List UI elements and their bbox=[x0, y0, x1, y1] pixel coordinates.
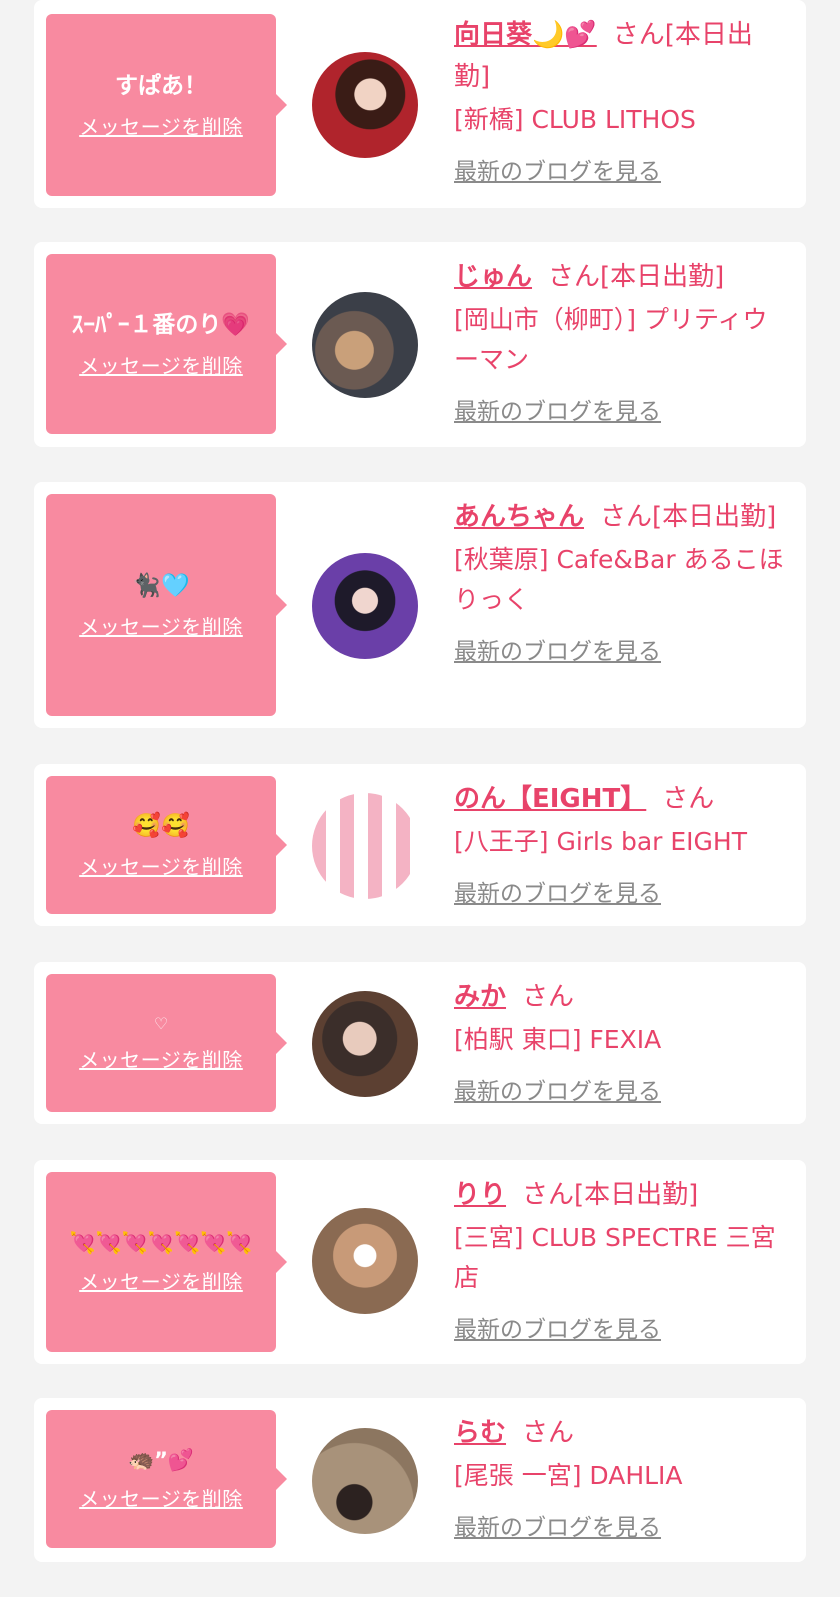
profile-info: のん【EIGHT】 さん [八王子] Girls bar EIGHT 最新のブログ… bbox=[454, 778, 784, 908]
avatar[interactable] bbox=[312, 793, 418, 899]
message-card: 🐈‍⬛🩵 メッセージを削除 あんちゃん さん[本日出勤] [秋葉原] Cafe&B… bbox=[34, 482, 806, 728]
avatar[interactable] bbox=[312, 1428, 418, 1534]
delete-message-link[interactable]: メッセージを削除 bbox=[79, 111, 243, 140]
delete-message-link[interactable]: メッセージを削除 bbox=[79, 611, 243, 640]
shop-name: [秋葉原] Cafe&Bar あるこほりっく bbox=[454, 545, 784, 614]
message-text: すぱあ！ bbox=[115, 73, 207, 100]
attendance-status: [本日出勤] bbox=[600, 262, 725, 292]
honorific: さん bbox=[548, 262, 601, 292]
shop-name: [八王子] Girls bar EIGHT bbox=[454, 827, 747, 856]
profile-info: じゅん さん[本日出勤] [岡山市（柳町）] プリティウーマン 最新のブログを見る bbox=[454, 256, 784, 426]
message-bubble: ♡ メッセージを削除 bbox=[46, 974, 287, 1112]
profile-name-link[interactable]: あんちゃん bbox=[454, 502, 584, 532]
latest-blog-link[interactable]: 最新のブログを見る bbox=[454, 874, 661, 908]
message-bubble: 🦔”💕 メッセージを削除 bbox=[46, 1410, 287, 1548]
delete-message-link[interactable]: メッセージを削除 bbox=[79, 851, 243, 880]
delete-message-link[interactable]: メッセージを削除 bbox=[79, 1483, 243, 1512]
message-card: 🥰🥰 メッセージを削除 のん【EIGHT】 さん [八王子] Girls bar … bbox=[34, 764, 806, 926]
latest-blog-link[interactable]: 最新のブログを見る bbox=[454, 392, 661, 426]
honorific: さん bbox=[522, 1180, 575, 1210]
shop-name: [三宮] CLUB SPECTRE 三宮店 bbox=[454, 1223, 776, 1292]
delete-message-link[interactable]: メッセージを削除 bbox=[79, 1044, 243, 1073]
message-bubble: すぱあ！ メッセージを削除 bbox=[46, 14, 287, 196]
avatar[interactable] bbox=[312, 292, 418, 398]
message-text: 🦔”💕 bbox=[127, 1447, 195, 1472]
latest-blog-link[interactable]: 最新のブログを見る bbox=[454, 152, 661, 186]
latest-blog-link[interactable]: 最新のブログを見る bbox=[454, 1072, 661, 1106]
profile-info: みか さん [柏駅 東口] FEXIA 最新のブログを見る bbox=[454, 976, 784, 1106]
message-card: ｽｰﾊﾟｰ１番のり💗 メッセージを削除 じゅん さん[本日出勤] [岡山市（柳町）… bbox=[34, 242, 806, 447]
profile-name-link[interactable]: 向日葵🌙💕 bbox=[454, 20, 597, 50]
latest-blog-link[interactable]: 最新のブログを見る bbox=[454, 632, 661, 666]
message-text: ♡ bbox=[153, 1014, 169, 1034]
message-card: 💘💘💘💘💘💘💘 メッセージを削除 りり さん[本日出勤] [三宮] CLUB SP… bbox=[34, 1160, 806, 1364]
attendance-status: [本日出勤] bbox=[652, 502, 777, 532]
message-card: ♡ メッセージを削除 みか さん [柏駅 東口] FEXIA 最新のブログを見る bbox=[34, 962, 806, 1124]
attendance-status: [本日出勤] bbox=[574, 1180, 699, 1210]
message-bubble: 🐈‍⬛🩵 メッセージを削除 bbox=[46, 494, 287, 716]
message-card: 🦔”💕 メッセージを削除 らむ さん [尾張 一宮] DAHLIA 最新のブログを… bbox=[34, 1398, 806, 1562]
shop-name: [尾張 一宮] DAHLIA bbox=[454, 1461, 683, 1490]
profile-info: あんちゃん さん[本日出勤] [秋葉原] Cafe&Bar あるこほりっく 最新の… bbox=[454, 496, 784, 666]
honorific: さん bbox=[522, 982, 575, 1012]
shop-name: [岡山市（柳町）] プリティウーマン bbox=[454, 305, 768, 374]
profile-name-link[interactable]: りり bbox=[454, 1180, 506, 1210]
profile-name-link[interactable]: のん【EIGHT】 bbox=[454, 784, 646, 814]
message-text: 🐈‍⬛🩵 bbox=[132, 573, 190, 600]
honorific: さん bbox=[662, 784, 715, 814]
latest-blog-link[interactable]: 最新のブログを見る bbox=[454, 1508, 661, 1542]
profile-info: らむ さん [尾張 一宮] DAHLIA 最新のブログを見る bbox=[454, 1412, 784, 1542]
profile-name-link[interactable]: じゅん bbox=[454, 262, 532, 292]
avatar[interactable] bbox=[312, 991, 418, 1097]
honorific: さん bbox=[612, 20, 665, 50]
shop-name: [柏駅 東口] FEXIA bbox=[454, 1025, 662, 1054]
message-text: 🥰🥰 bbox=[132, 813, 190, 840]
delete-message-link[interactable]: メッセージを削除 bbox=[79, 1266, 243, 1295]
profile-name-link[interactable]: らむ bbox=[454, 1418, 506, 1448]
message-bubble: 🥰🥰 メッセージを削除 bbox=[46, 776, 287, 914]
profile-name-link[interactable]: みか bbox=[454, 982, 506, 1012]
latest-blog-link[interactable]: 最新のブログを見る bbox=[454, 1310, 661, 1344]
avatar[interactable] bbox=[312, 553, 418, 659]
profile-info: りり さん[本日出勤] [三宮] CLUB SPECTRE 三宮店 最新のブログを… bbox=[454, 1174, 784, 1344]
message-text: 💘💘💘💘💘💘💘 bbox=[69, 1230, 253, 1255]
shop-name: [新橋] CLUB LITHOS bbox=[454, 105, 696, 134]
message-bubble: 💘💘💘💘💘💘💘 メッセージを削除 bbox=[46, 1172, 287, 1352]
message-text: ｽｰﾊﾟｰ１番のり💗 bbox=[71, 312, 251, 339]
avatar[interactable] bbox=[312, 52, 418, 158]
honorific: さん bbox=[600, 502, 653, 532]
avatar[interactable] bbox=[312, 1208, 418, 1314]
delete-message-link[interactable]: メッセージを削除 bbox=[79, 350, 243, 379]
message-bubble: ｽｰﾊﾟｰ１番のり💗 メッセージを削除 bbox=[46, 254, 287, 434]
message-card: すぱあ！ メッセージを削除 向日葵🌙💕 さん[本日出勤] [新橋] CLUB LI… bbox=[34, 0, 806, 208]
honorific: さん bbox=[522, 1418, 575, 1448]
profile-info: 向日葵🌙💕 さん[本日出勤] [新橋] CLUB LITHOS 最新のブログを見る bbox=[454, 14, 784, 186]
